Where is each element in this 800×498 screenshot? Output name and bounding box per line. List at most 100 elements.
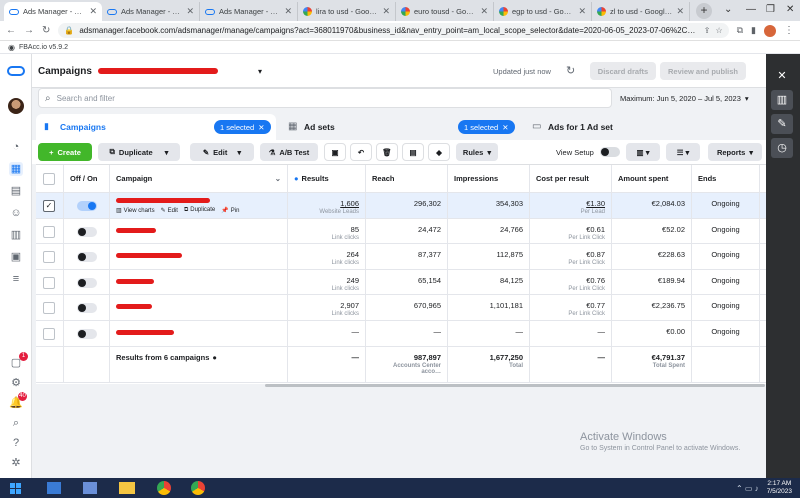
create-button[interactable]: + Create [38, 143, 92, 161]
settings-gear-icon[interactable]: ⚙ [9, 376, 23, 390]
tab-ad-sets[interactable]: ▦ Ad sets 1 selected ✕ [280, 114, 520, 142]
browser-tab[interactable]: zl to usd - Google B ✕ [592, 2, 690, 21]
close-tab-icon[interactable]: ✕ [284, 6, 292, 17]
maximize-icon[interactable]: ❐ [766, 4, 775, 15]
share-icon[interactable]: ⇪ [704, 26, 711, 35]
campaign-on-off-toggle[interactable] [77, 329, 97, 339]
clear-selection-icon[interactable]: ✕ [502, 123, 508, 132]
tag-icon[interactable]: ◆ [428, 143, 450, 161]
bug-report-icon[interactable]: ✲ [9, 456, 23, 470]
campaigns-selector[interactable]: Campaigns ▾ [38, 62, 262, 80]
back-icon[interactable]: ← [6, 25, 16, 36]
browser-menu-icon[interactable]: ⋮ [784, 25, 794, 36]
table-row[interactable]: 264 Link clicks 87,377 112,875 €0.87 Per Link… [36, 244, 766, 270]
dashboard-icon[interactable]: ◔ [9, 140, 23, 154]
catalog-icon[interactable]: ▥ [9, 228, 23, 242]
campaign-name-cell[interactable] [110, 321, 288, 346]
browser-tab[interactable]: egp to usd - Google ✕ [494, 2, 592, 21]
table-row[interactable]: 249 Link clicks 65,154 84,125 €0.76 Per Link … [36, 269, 766, 296]
campaigns-selected-pill[interactable]: 1 selected ✕ [214, 120, 271, 134]
taskbar-app-icon[interactable] [47, 482, 61, 494]
tab-ads[interactable]: ▭ Ads for 1 Ad set [524, 114, 764, 142]
close-tab-icon[interactable]: ✕ [89, 6, 97, 17]
tab-search-icon[interactable]: ⌄ [724, 4, 732, 15]
meta-logo-icon[interactable] [7, 66, 25, 76]
preview-icon[interactable]: ▤ [402, 143, 424, 161]
row-checkbox[interactable] [43, 302, 55, 315]
browser-tab[interactable]: lira to usd - Google ✕ [298, 2, 396, 21]
account-avatar[interactable] [8, 98, 24, 114]
row-action-duplicate[interactable]: ⧉ Duplicate [184, 207, 215, 214]
extension-label[interactable]: FBAcc.io v5.9.2 [19, 44, 68, 51]
campaign-name-cell[interactable]: ▥ View charts ✎ Edit ⧉ Duplicate 📌 Pin [110, 193, 288, 218]
chrome-icon[interactable] [157, 481, 171, 495]
new-tab-icon[interactable]: + [696, 3, 712, 19]
table-row[interactable]: ✓ ▥ View charts ✎ Edit ⧉ Duplicate 📌 Pin 1,606 Web… [36, 193, 766, 219]
breakdown-icon[interactable]: ☰ ▾ [666, 143, 700, 161]
clear-selection-icon[interactable]: ✕ [258, 123, 264, 132]
sidebar-icon[interactable]: ▮ [751, 25, 756, 36]
undo-icon[interactable]: ↶ [350, 143, 372, 161]
history-clock-icon[interactable]: ◷ [771, 138, 793, 158]
taskbar-clock[interactable]: 2:17 AM 7/5/2023 [767, 480, 792, 496]
col-off-on[interactable]: Off / On [64, 165, 110, 192]
charts-icon[interactable]: ▥ [771, 90, 793, 110]
col-amount-spent[interactable]: Amount spent [612, 165, 692, 192]
campaign-on-off-toggle[interactable] [77, 226, 97, 237]
close-tab-icon[interactable]: ✕ [382, 6, 390, 17]
address-bar[interactable]: 🔒 adsmanager.facebook.com/adsmanager/man… [58, 23, 729, 38]
search-filter-input[interactable]: ⌕ Search and filter [38, 88, 612, 108]
campaign-name-cell[interactable] [110, 295, 288, 320]
archive-icon[interactable]: ▣ [324, 143, 346, 161]
campaign-on-off-toggle[interactable] [77, 303, 97, 314]
table-row[interactable]: — — — — €0.00 Ongoing [36, 321, 766, 347]
row-action-pin[interactable]: 📌 Pin [221, 207, 239, 214]
browser-tab[interactable]: Ads Manager - Ma…✕ [4, 2, 102, 21]
close-panel-icon[interactable]: ✕ [771, 66, 793, 86]
review-publish-button[interactable]: Review and publish [660, 62, 746, 80]
col-impressions[interactable]: Impressions [448, 165, 530, 192]
ab-test-button[interactable]: ⚗ A/B Test [260, 143, 318, 161]
start-windows-icon[interactable] [10, 482, 21, 494]
col-reach[interactable]: Reach [366, 165, 448, 192]
col-cost-per-result[interactable]: Cost per result [530, 165, 612, 192]
profile-avatar[interactable] [764, 24, 776, 37]
row-checkbox[interactable] [43, 276, 55, 289]
close-tab-icon[interactable]: ✕ [578, 6, 586, 17]
campaign-name-cell[interactable] [110, 244, 288, 269]
row-action-edit[interactable]: ✎ Edit [161, 207, 178, 214]
reload-icon[interactable]: ↻ [42, 25, 50, 36]
reports-button[interactable]: Reports ▾ [708, 143, 762, 161]
campaign-on-off-toggle[interactable] [77, 201, 97, 211]
file-explorer-icon[interactable] [119, 482, 135, 494]
col-campaign[interactable]: Campaign ⌄ [110, 165, 288, 192]
edit-pencil-icon[interactable]: ✎ [771, 114, 793, 134]
extensions-icon[interactable]: ⧉ [737, 25, 743, 36]
forward-icon[interactable]: → [24, 25, 34, 36]
campaign-name-cell[interactable] [110, 218, 288, 244]
refresh-icon[interactable]: ↻ [566, 64, 575, 77]
close-window-icon[interactable]: ✕ [786, 4, 794, 15]
close-tab-icon[interactable]: ✕ [186, 6, 194, 17]
campaign-name-cell[interactable] [110, 269, 288, 295]
row-checkbox[interactable] [43, 328, 55, 340]
help-icon[interactable]: ? [9, 436, 23, 450]
adsets-selected-pill[interactable]: 1 selected ✕ [458, 120, 515, 134]
taskbar-app-icon[interactable] [83, 482, 97, 494]
media-library-icon[interactable]: ▣ [9, 250, 23, 264]
tray-icons[interactable]: ⌃ ▭ ♪ [736, 484, 759, 493]
campaign-on-off-toggle[interactable] [77, 252, 97, 263]
close-tab-icon[interactable]: ✕ [676, 6, 684, 17]
campaigns-table-icon[interactable]: ▦ [9, 162, 23, 176]
reports-icon[interactable]: ▤ [9, 184, 23, 198]
columns-icon[interactable]: ▥ ▾ [626, 143, 660, 161]
col-results[interactable]: ● Results [288, 165, 366, 192]
table-row[interactable]: 85 Link clicks 24,472 24,766 €0.61 Per Link C… [36, 218, 766, 245]
browser-tab[interactable]: Ads Manager - Ma…✕ [200, 2, 298, 21]
audiences-icon[interactable]: ☺ [9, 206, 23, 220]
close-tab-icon[interactable]: ✕ [480, 6, 488, 17]
view-setup-toggle[interactable] [600, 147, 620, 157]
chrome-icon[interactable] [191, 481, 205, 495]
date-range-picker[interactable]: Maximum: Jun 5, 2020 – Jul 5, 2023 ▾ [620, 90, 766, 106]
edit-button[interactable]: ✎ Edit ▾ [190, 143, 254, 161]
